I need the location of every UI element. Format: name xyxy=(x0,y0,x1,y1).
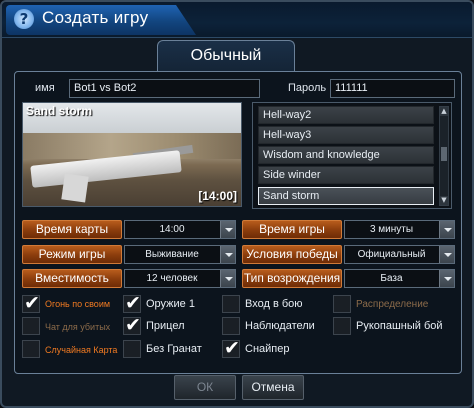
game-time-label: Время игры xyxy=(242,220,342,239)
join-in-battle-checkbox[interactable] xyxy=(222,295,240,313)
friendly-fire-label: Огонь по своим xyxy=(45,299,111,309)
join-in-battle-label: Вход в бою xyxy=(245,298,303,310)
room-name-input[interactable]: Bot1 vs Bot2 xyxy=(69,79,260,98)
dead-chat-label: Чат для убитых xyxy=(45,322,111,332)
map-list-item[interactable]: Hell-way2 xyxy=(258,106,434,124)
sniper-checkbox[interactable] xyxy=(222,337,240,359)
map-preview: Sand storm [14:00] xyxy=(22,102,242,207)
chevron-down-icon[interactable] xyxy=(439,246,454,263)
ok-button[interactable]: ОК xyxy=(174,375,236,400)
map-list-item-selected[interactable]: Sand storm xyxy=(258,187,434,205)
title-bar: ? Создать игру xyxy=(2,2,472,38)
crosshair-checkbox[interactable] xyxy=(123,314,141,336)
weapon1-checkbox[interactable] xyxy=(123,292,141,314)
no-grenades-label: Без Гранат xyxy=(146,343,202,355)
preview-weapon-grip xyxy=(61,173,89,203)
chevron-down-icon[interactable] xyxy=(220,246,235,263)
capacity-value: 12 человек xyxy=(146,273,198,284)
dialog-title: Создать игру xyxy=(42,8,149,27)
cancel-button[interactable]: Отмена xyxy=(242,375,304,400)
sniper-label: Снайпер xyxy=(245,343,290,355)
map-list-item[interactable]: Hell-way3 xyxy=(258,126,434,144)
preview-time: [14:00] xyxy=(198,189,237,203)
room-name-label: имя xyxy=(35,82,55,94)
melee-label: Рукопашный бой xyxy=(356,320,443,332)
melee-checkbox[interactable] xyxy=(333,317,351,335)
help-icon[interactable]: ? xyxy=(14,9,34,29)
distribution-checkbox[interactable] xyxy=(333,295,351,313)
win-condition-value: Официальный xyxy=(357,249,426,260)
win-condition-label: Условия победы xyxy=(242,245,342,264)
crosshair-label: Прицел xyxy=(146,320,185,332)
game-mode-label: Режим игры xyxy=(22,245,122,264)
create-game-dialog: ? Создать игру Обычный имя Bot1 vs Bot2 … xyxy=(0,0,474,408)
map-list-item[interactable]: Wisdom and knowledge xyxy=(258,146,434,164)
respawn-type-value: База xyxy=(380,273,403,284)
game-mode-dropdown[interactable]: Выживание xyxy=(124,245,236,264)
chevron-down-icon[interactable] xyxy=(220,270,235,287)
chevron-down-icon[interactable] xyxy=(220,221,235,238)
observers-checkbox[interactable] xyxy=(222,317,240,335)
weapon1-label: Оружие 1 xyxy=(146,298,195,310)
map-time-value: 14:00 xyxy=(159,224,185,235)
game-time-dropdown[interactable]: 3 минуты xyxy=(344,220,455,239)
capacity-label: Вместимость xyxy=(22,269,122,288)
no-grenades-checkbox[interactable] xyxy=(123,340,141,358)
map-time-label: Время карты xyxy=(22,220,122,239)
random-map-label: Случайная Карта xyxy=(45,345,118,355)
game-mode-value: Выживание xyxy=(145,249,199,260)
map-time-dropdown[interactable]: 14:00 xyxy=(124,220,236,239)
dead-chat-checkbox[interactable] xyxy=(22,317,40,335)
random-map-checkbox[interactable] xyxy=(22,340,40,358)
tab-normal-mode[interactable]: Обычный xyxy=(157,40,295,72)
password-input[interactable]: 111111 xyxy=(330,79,455,98)
preview-map-name: Sand storm xyxy=(26,104,93,118)
chevron-down-icon[interactable] xyxy=(439,221,454,238)
scroll-thumb[interactable] xyxy=(441,147,447,161)
scroll-up-icon[interactable]: ▲ xyxy=(440,107,448,116)
observers-label: Наблюдатели xyxy=(245,320,315,332)
friendly-fire-checkbox[interactable] xyxy=(22,292,40,314)
respawn-type-dropdown[interactable]: База xyxy=(344,269,455,288)
capacity-dropdown[interactable]: 12 человек xyxy=(124,269,236,288)
win-condition-dropdown[interactable]: Официальный xyxy=(344,245,455,264)
map-list-scrollbar[interactable]: ▲ ▼ xyxy=(439,106,449,206)
game-time-value: 3 минуты xyxy=(369,224,414,235)
scroll-down-icon[interactable]: ▼ xyxy=(440,196,448,205)
map-list-item[interactable]: Side winder xyxy=(258,166,434,184)
password-label: Пароль xyxy=(288,82,327,94)
map-list[interactable]: Hell-way2 Hell-way3 Wisdom and knowledge… xyxy=(252,102,452,209)
respawn-type-label: Тип возрождения xyxy=(242,269,342,288)
distribution-label: Распределение xyxy=(356,299,429,310)
chevron-down-icon[interactable] xyxy=(439,270,454,287)
